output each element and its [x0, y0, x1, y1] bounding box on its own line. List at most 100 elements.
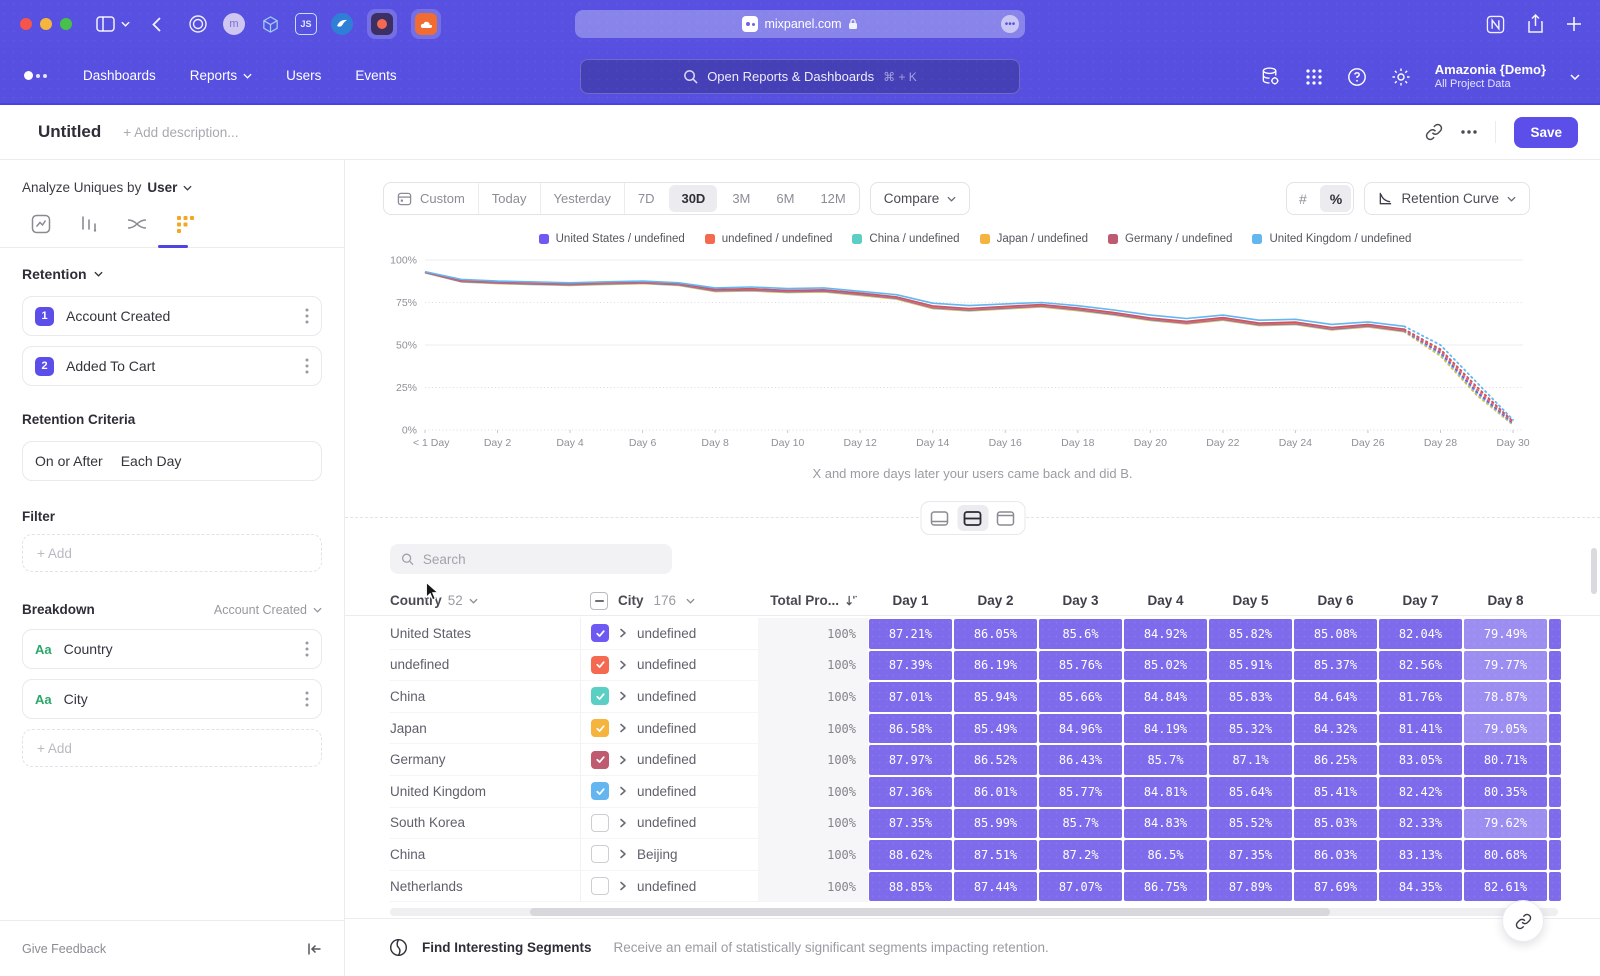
retention-value-cell[interactable]: 86.52% [953, 744, 1038, 776]
row-checkbox[interactable] [591, 877, 609, 895]
legend-item[interactable]: United States / undefined [539, 233, 685, 245]
total-column-header[interactable]: Total Pro... [758, 593, 868, 608]
retention-value-cell[interactable]: 84.81% [1123, 776, 1208, 808]
breakdown-property-label[interactable]: Country [64, 641, 113, 657]
date-range-custom[interactable]: Custom [384, 183, 479, 214]
row-checkbox[interactable] [591, 687, 609, 705]
retention-value-cell[interactable]: 85.76% [1038, 650, 1123, 682]
zoom-window-icon[interactable] [60, 18, 72, 30]
retention-value-cell[interactable]: 79.05% [1463, 713, 1548, 745]
percent-mode-button[interactable]: % [1320, 185, 1351, 212]
tab-flows[interactable] [126, 213, 148, 235]
retention-value-cell[interactable]: 84.84% [1123, 681, 1208, 713]
nav-link-events[interactable]: Events [355, 68, 396, 83]
nav-link-dashboards[interactable]: Dashboards [83, 68, 156, 83]
copy-link-icon[interactable] [1425, 123, 1443, 141]
retention-value-cell[interactable]: 87.51% [953, 839, 1038, 871]
retention-step-1[interactable]: 1Account Created [22, 296, 322, 336]
retention-value-cell[interactable]: 81.76% [1378, 681, 1463, 713]
kebab-menu-icon[interactable] [305, 358, 309, 374]
add-description[interactable]: + Add description... [123, 125, 238, 140]
data-management-icon[interactable] [1260, 66, 1281, 87]
extension-mixpanel-icon[interactable] [367, 9, 397, 39]
retention-value-cell[interactable]: 88.85% [868, 871, 953, 903]
settings-gear-icon[interactable] [1391, 67, 1411, 87]
project-switcher[interactable]: Amazonia {Demo} All Project Data [1435, 62, 1546, 92]
retention-value-cell[interactable]: 82.61% [1463, 871, 1548, 903]
global-search[interactable]: Open Reports & Dashboards ⌘ + K [580, 59, 1020, 94]
retention-value-cell[interactable]: 87.39% [868, 650, 953, 682]
mixpanel-logo[interactable] [24, 71, 47, 80]
retention-value-cell[interactable]: 81.41% [1378, 713, 1463, 745]
retention-value-cell[interactable]: 87.89% [1208, 871, 1293, 903]
more-options-icon[interactable] [1461, 130, 1477, 134]
retention-value-cell[interactable]: 87.97% [868, 744, 953, 776]
retention-value-cell[interactable]: 79.62% [1463, 808, 1548, 840]
chart-type-button[interactable]: Retention Curve [1364, 182, 1530, 215]
retention-value-cell[interactable]: 84.92% [1123, 618, 1208, 650]
criteria-on-or-after[interactable]: On or After [35, 453, 103, 469]
tab-retention[interactable] [174, 213, 196, 235]
retention-value-cell[interactable]: 86.05% [953, 618, 1038, 650]
retention-value-cell[interactable]: 87.36% [868, 776, 953, 808]
retention-value-cell[interactable]: 83.13% [1378, 839, 1463, 871]
give-feedback-link[interactable]: Give Feedback [22, 942, 106, 956]
retention-value-cell[interactable]: 80.71% [1463, 744, 1548, 776]
table-search[interactable] [390, 544, 672, 574]
breakdown-country[interactable]: AaCountry [22, 629, 322, 669]
retention-chart[interactable]: 100%75%50%25%0%< 1 DayDay 2Day 4Day 6Day… [381, 250, 1561, 466]
extension-target-icon[interactable] [187, 13, 209, 35]
sidebar-toggle-icon[interactable] [96, 16, 115, 32]
collapse-sidebar-icon[interactable] [307, 942, 322, 956]
close-window-icon[interactable] [20, 18, 32, 30]
retention-value-cell[interactable]: 85.82% [1208, 618, 1293, 650]
day-column-header[interactable]: Day 3 [1038, 593, 1123, 608]
analyze-value[interactable]: User [147, 180, 177, 195]
retention-value-cell[interactable]: 79.49% [1463, 618, 1548, 650]
address-more-icon[interactable]: ••• [1001, 15, 1019, 33]
legend-item[interactable]: undefined / undefined [705, 233, 833, 245]
city-column-header[interactable]: City176 [580, 586, 758, 615]
retention-value-cell[interactable]: 86.43% [1038, 744, 1123, 776]
retention-value-cell[interactable]: 79.77% [1463, 650, 1548, 682]
extension-avatar-icon[interactable]: m [223, 13, 245, 35]
sidebar-chevron-icon[interactable] [121, 21, 130, 27]
horizontal-scrollbar[interactable] [390, 908, 1558, 916]
address-bar[interactable]: mixpanel.com ••• [575, 10, 1025, 38]
retention-value-cell[interactable]: 84.83% [1123, 808, 1208, 840]
legend-item[interactable]: United Kingdom / undefined [1252, 233, 1411, 245]
retention-value-cell[interactable]: 87.07% [1038, 871, 1123, 903]
retention-value-cell[interactable]: 85.66% [1038, 681, 1123, 713]
extension-cloud-icon[interactable] [411, 9, 441, 39]
retention-value-cell[interactable]: 85.7% [1038, 808, 1123, 840]
retention-value-cell[interactable]: 85.94% [953, 681, 1038, 713]
retention-value-cell[interactable]: 86.58% [868, 713, 953, 745]
date-range-yesterday[interactable]: Yesterday [541, 183, 625, 214]
retention-value-cell[interactable]: 84.64% [1293, 681, 1378, 713]
retention-value-cell[interactable]: 87.69% [1293, 871, 1378, 903]
date-range-6m[interactable]: 6M [763, 183, 807, 214]
retention-value-cell[interactable]: 86.19% [953, 650, 1038, 682]
add-breakdown-button[interactable]: + Add [22, 729, 322, 767]
step-event-label[interactable]: Account Created [66, 308, 170, 324]
legend-item[interactable]: Japan / undefined [980, 233, 1088, 245]
row-checkbox[interactable] [591, 624, 609, 642]
breakdown-city[interactable]: AaCity [22, 679, 322, 719]
notion-icon[interactable] [1486, 15, 1505, 34]
help-icon[interactable] [1347, 67, 1367, 87]
retention-value-cell[interactable]: 87.35% [868, 808, 953, 840]
retention-value-cell[interactable]: 85.77% [1038, 776, 1123, 808]
retention-value-cell[interactable]: 85.32% [1208, 713, 1293, 745]
share-link-fab[interactable] [1502, 900, 1544, 942]
retention-value-cell[interactable]: 85.99% [953, 808, 1038, 840]
breakdown-property-label[interactable]: City [64, 691, 88, 707]
retention-value-cell[interactable]: 86.01% [953, 776, 1038, 808]
report-title[interactable]: Untitled [38, 122, 101, 142]
retention-value-cell[interactable]: 85.83% [1208, 681, 1293, 713]
retention-value-cell[interactable]: 85.49% [953, 713, 1038, 745]
retention-value-cell[interactable]: 82.56% [1378, 650, 1463, 682]
step-event-label[interactable]: Added To Cart [66, 358, 155, 374]
row-checkbox[interactable] [591, 656, 609, 674]
country-column-header[interactable]: Country52 [390, 593, 580, 608]
minimize-window-icon[interactable] [40, 18, 52, 30]
